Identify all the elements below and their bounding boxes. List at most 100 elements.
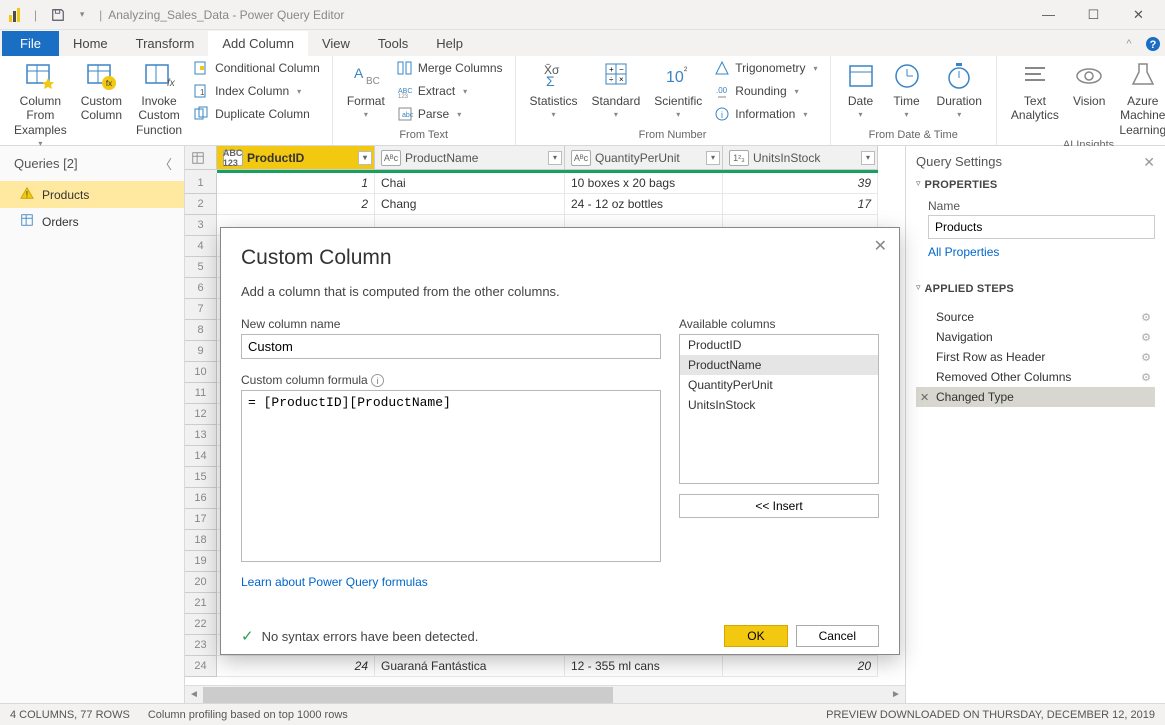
cell[interactable]: 10 boxes x 20 bags [565,173,723,194]
row-header[interactable]: 19 [185,551,217,572]
maximize-button[interactable]: ☐ [1071,0,1116,30]
column-header[interactable]: AᴮᴄProductName▾ [375,146,565,170]
gear-icon[interactable]: ⚙ [1141,331,1151,344]
dialog-close-button[interactable]: ✕ [874,236,887,256]
conditional-column-button[interactable]: Conditional Column [192,58,322,78]
ribbon-collapse-button[interactable]: ^ [1117,32,1141,56]
scroll-left-arrow[interactable]: ◄ [185,689,203,700]
all-properties-link[interactable]: All Properties [928,245,999,259]
qat-dropdown[interactable]: ▾ [71,4,93,26]
applied-step[interactable]: Source⚙ [916,307,1155,327]
datatype-icon[interactable]: ABC 123 [223,150,243,166]
trigonometry-button[interactable]: Trigonometry▾ [712,58,819,78]
row-header[interactable]: 16 [185,488,217,509]
row-header[interactable]: 2 [185,194,217,215]
row-header[interactable]: 24 [185,656,217,677]
horizontal-scrollbar[interactable]: ◄ ► [185,685,905,703]
cancel-button[interactable]: Cancel [796,625,879,647]
parse-button[interactable]: abcParse▾ [395,104,505,124]
duplicate-column-button[interactable]: Duplicate Column [192,104,322,124]
available-columns-list[interactable]: ProductIDProductNameQuantityPerUnitUnits… [679,334,879,484]
standard-button[interactable]: +−÷×Standard▾ [588,58,645,122]
chevron-down-icon[interactable]: ▿ [916,178,921,189]
duration-button[interactable]: Duration▾ [933,58,986,122]
information-button[interactable]: iInformation▾ [712,104,819,124]
new-column-name-input[interactable] [241,334,661,359]
tab-tools[interactable]: Tools [364,31,422,56]
applied-step[interactable]: First Row as Header⚙ [916,347,1155,367]
row-header[interactable]: 7 [185,299,217,320]
format-button[interactable]: ABC Format ▾ [343,58,389,122]
cell[interactable]: 39 [723,173,878,194]
help-button[interactable]: ? [1141,32,1165,56]
cell[interactable]: 12 - 355 ml cans [565,656,723,677]
insert-button[interactable]: << Insert [679,494,879,518]
extract-button[interactable]: ABC123Extract▾ [395,81,505,101]
gear-icon[interactable]: ⚙ [1141,371,1151,384]
row-header[interactable]: 4 [185,236,217,257]
cell[interactable]: 17 [723,194,878,215]
tab-help[interactable]: Help [422,31,477,56]
grid-corner[interactable] [185,146,217,170]
chevron-down-icon[interactable]: ▿ [916,282,921,293]
available-column-item[interactable]: UnitsInStock [680,395,878,415]
cell[interactable]: 20 [723,656,878,677]
filter-dropdown[interactable]: ▾ [548,151,562,165]
tab-transform[interactable]: Transform [122,31,209,56]
statistics-button[interactable]: X̄σΣStatistics▾ [526,58,582,122]
row-header[interactable]: 18 [185,530,217,551]
available-column-item[interactable]: QuantityPerUnit [680,375,878,395]
available-column-item[interactable]: ProductID [680,335,878,355]
time-button[interactable]: Time▾ [887,58,927,122]
cell[interactable]: Chai [375,173,565,194]
row-header[interactable]: 14 [185,446,217,467]
gear-icon[interactable]: ⚙ [1141,351,1151,364]
available-column-item[interactable]: ProductName [680,355,878,375]
column-from-examples-button[interactable]: Column From Examples ▾ [10,58,71,151]
row-header[interactable]: 9 [185,341,217,362]
filter-dropdown[interactable]: ▾ [358,151,372,165]
close-button[interactable]: ✕ [1116,0,1161,30]
invoke-custom-function-button[interactable]: fx Invoke Custom Function [132,58,186,139]
applied-step[interactable]: Navigation⚙ [916,327,1155,347]
row-header[interactable]: 23 [185,635,217,656]
query-item[interactable]: !Products [0,181,184,208]
row-header[interactable]: 1 [185,173,217,194]
azure-ml-button[interactable]: Azure Machine Learning [1115,58,1165,139]
datatype-icon[interactable]: Aᴮᴄ [571,150,591,166]
gear-icon[interactable]: ⚙ [1141,311,1151,324]
cell[interactable]: Chang [375,194,565,215]
delete-step-icon[interactable]: ✕ [920,391,929,404]
applied-step[interactable]: Removed Other Columns⚙ [916,367,1155,387]
row-header[interactable]: 21 [185,593,217,614]
ok-button[interactable]: OK [724,625,787,647]
query-name-input[interactable] [928,215,1155,239]
index-column-button[interactable]: 1Index Column▾ [192,81,322,101]
row-header[interactable]: 3 [185,215,217,236]
row-header[interactable]: 12 [185,404,217,425]
row-header[interactable]: 10 [185,362,217,383]
cell[interactable]: 24 - 12 oz bottles [565,194,723,215]
scroll-right-arrow[interactable]: ► [887,689,905,700]
filter-dropdown[interactable]: ▾ [706,151,720,165]
date-button[interactable]: Date▾ [841,58,881,122]
applied-step[interactable]: ✕Changed Type [916,387,1155,407]
scientific-button[interactable]: 10²Scientific▾ [650,58,706,122]
merge-columns-button[interactable]: Merge Columns [395,58,505,78]
row-header[interactable]: 22 [185,614,217,635]
row-header[interactable]: 11 [185,383,217,404]
query-item[interactable]: Orders [0,208,184,235]
datatype-icon[interactable]: 1²₃ [729,150,749,166]
minimize-button[interactable]: — [1026,0,1071,30]
row-header[interactable]: 17 [185,509,217,530]
row-header[interactable]: 6 [185,278,217,299]
row-header[interactable]: 8 [185,320,217,341]
tab-view[interactable]: View [308,31,364,56]
column-header[interactable]: AᴮᴄQuantityPerUnit▾ [565,146,723,170]
custom-column-button[interactable]: fx Custom Column [77,58,126,125]
info-icon[interactable]: i [371,374,384,387]
save-button[interactable] [47,4,69,26]
learn-link[interactable]: Learn about Power Query formulas [241,575,428,589]
row-header[interactable]: 20 [185,572,217,593]
row-header[interactable]: 15 [185,467,217,488]
